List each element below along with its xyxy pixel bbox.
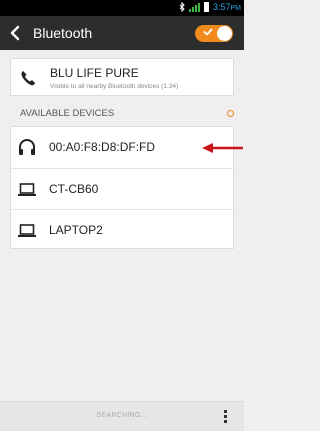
this-device-card[interactable]: BLU LIFE PURE Visible to all nearby Blue… [10,58,234,96]
signal-icon [188,2,200,12]
searching-spinner-icon [227,110,234,117]
laptop-icon [18,183,36,196]
red-arrow-annotation-icon [202,143,243,153]
back-arrow-icon[interactable] [6,24,24,42]
clock: 3:57PM [212,2,241,12]
status-bar: 3:57PM [0,0,244,16]
battery-icon [203,2,209,12]
device-row-ct-cb60[interactable]: CT-CB60 [11,169,233,210]
bluetooth-icon [179,2,185,12]
overflow-menu-icon[interactable] [222,410,228,424]
check-icon [203,28,213,36]
device-row-headphones[interactable]: 00:A0:F8:D8:DF:FD [11,127,233,168]
phone-icon [21,71,35,86]
page-title: Bluetooth [33,25,93,41]
action-bar: Bluetooth [0,16,244,50]
device-name: 00:A0:F8:D8:DF:FD [49,140,156,154]
visibility-status: Visible to all nearby Bluetooth devices … [50,83,179,90]
toggle-knob [217,26,232,41]
available-devices-list: 00:A0:F8:D8:DF:FD CT-CB60 LAPTOP2 [10,126,234,249]
available-devices-header: AVAILABLE DEVICES [20,108,115,119]
laptop-icon [18,224,36,237]
device-row-laptop2[interactable]: LAPTOP2 [11,210,233,251]
searching-status: SEARCHING... [96,412,148,419]
device-name: LAPTOP2 [49,223,103,237]
device-name: BLU LIFE PURE [50,66,139,80]
device-name: CT-CB60 [49,182,99,196]
bottom-action-bar: SEARCHING... [0,401,244,431]
bluetooth-toggle[interactable] [195,25,233,42]
headphones-icon [19,139,35,155]
